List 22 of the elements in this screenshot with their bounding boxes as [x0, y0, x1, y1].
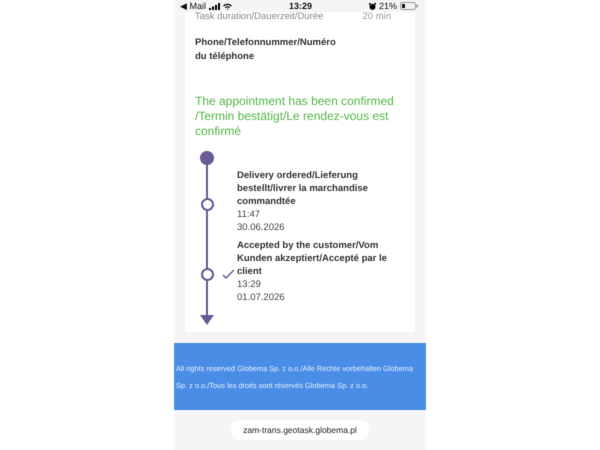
event-time: 11:47	[237, 208, 262, 221]
url-bar[interactable]: zam-trans.geotask.globema.pl	[231, 420, 369, 440]
event-title: Delivery ordered/Lieferung bestellt/livrer la marchandise commandtée	[237, 169, 369, 208]
event-date: 01.07.2026	[237, 291, 286, 304]
clock-time: 13:29	[288, 1, 312, 11]
battery-percentage: 21%	[378, 1, 397, 11]
back-to-mail-link[interactable]: ◀ Mail	[180, 1, 206, 11]
timeline-step-dot	[200, 268, 214, 280]
event-title: Accepted by the customer/Vom Kunden akzeptiert/Accepté par le client	[237, 239, 387, 278]
detail-label: Task duration/Dauerzeit/Durée	[195, 12, 324, 24]
timeline-end-arrow-icon	[200, 315, 214, 325]
battery-icon	[400, 2, 418, 10]
wifi-icon	[223, 2, 232, 10]
event-date: 30.06.2026	[237, 221, 286, 234]
detail-label: Phone/Telefonnummer/Numéro du téléphone	[195, 36, 337, 64]
timeline-step-dot	[200, 198, 214, 210]
event-time: 13:29	[237, 278, 262, 291]
timeline-start-dot	[200, 151, 214, 165]
signal-icon	[209, 2, 220, 10]
confirmation-message: The appointment has been confirmed /Termin bestätigt/Le rendez-vous est confirmé	[195, 94, 395, 139]
alarm-icon	[368, 2, 376, 10]
detail-value: 20 min	[362, 12, 391, 24]
